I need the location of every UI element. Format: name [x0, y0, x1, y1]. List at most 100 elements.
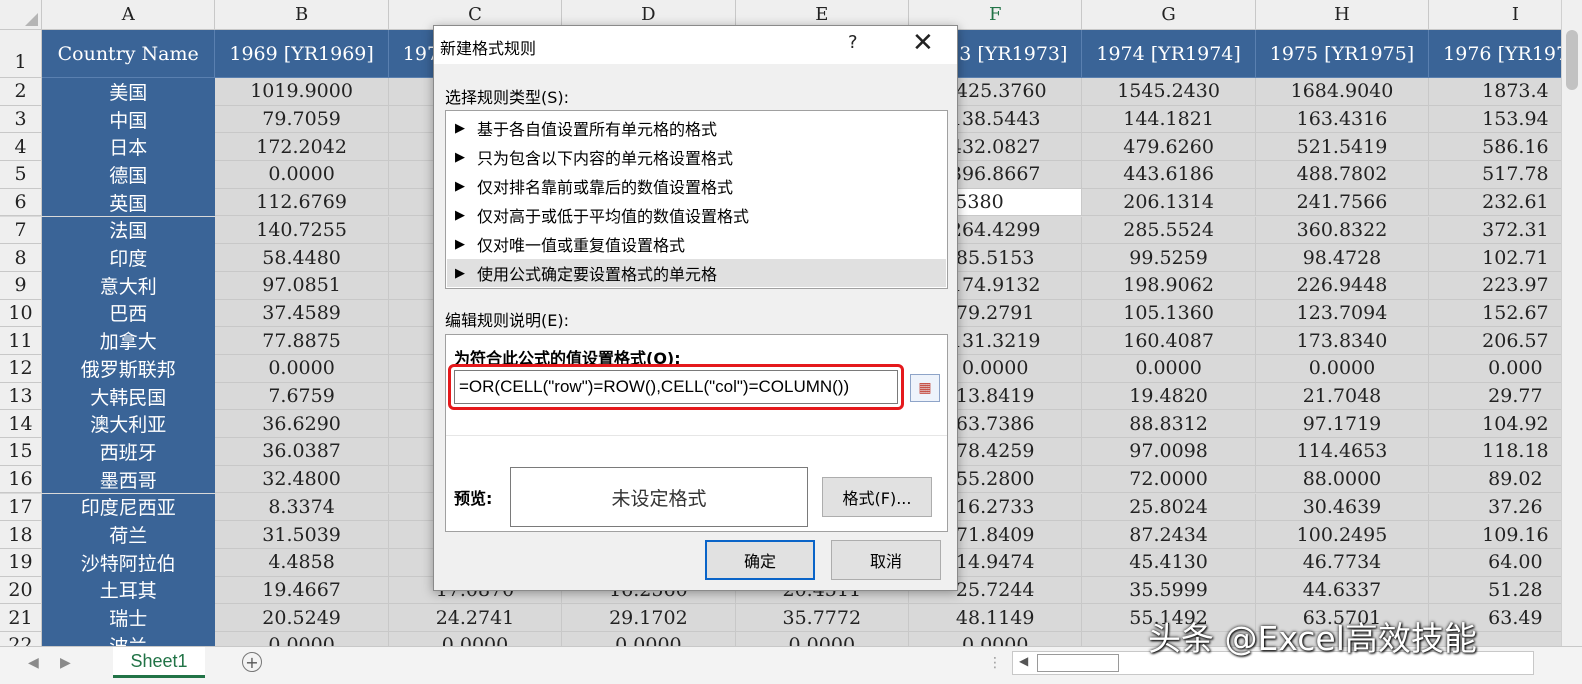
data-cell[interactable]: 45.4130 [1082, 548, 1256, 577]
data-cell[interactable]: 8.3374 [215, 493, 389, 522]
data-cell[interactable]: 112.6769 [215, 188, 389, 217]
format-button[interactable]: 格式(F)... [822, 477, 932, 517]
data-cell[interactable]: 35.5999 [1082, 576, 1256, 605]
data-cell[interactable]: 114.4653 [1255, 438, 1430, 466]
row-header[interactable]: 12 [0, 355, 42, 383]
data-cell[interactable]: 223.97 [1429, 271, 1582, 300]
country-name-cell[interactable]: 荷兰 [42, 521, 216, 549]
data-cell[interactable]: 35.7772 [735, 604, 909, 632]
data-cell[interactable]: 0.0000 [215, 632, 389, 646]
data-cell[interactable]: 0.000 [1429, 355, 1582, 383]
data-cell[interactable]: 109.16 [1429, 521, 1582, 549]
data-cell[interactable]: 19.4667 [215, 576, 389, 605]
column-header[interactable]: B [215, 0, 389, 30]
row-header[interactable]: 13 [0, 382, 42, 411]
table-header-cell[interactable]: 1969 [YR1969] [215, 30, 389, 78]
data-cell[interactable]: 88.0000 [1255, 465, 1430, 494]
country-name-cell[interactable]: 意大利 [42, 271, 216, 300]
data-cell[interactable]: 36.6290 [215, 410, 389, 439]
data-cell[interactable]: 0.0000 [388, 632, 563, 646]
row-header[interactable]: 4 [0, 133, 42, 162]
data-cell[interactable]: 30.4639 [1255, 493, 1430, 522]
data-cell[interactable]: 48.1149 [909, 604, 1083, 632]
country-name-cell[interactable]: 西班牙 [42, 438, 216, 466]
data-cell[interactable]: 586.16 [1429, 133, 1582, 162]
data-cell[interactable]: 123.7094 [1255, 299, 1430, 328]
select-all-triangle-icon[interactable] [25, 13, 38, 26]
data-cell[interactable]: 51.28 [1429, 576, 1582, 605]
country-name-cell[interactable]: 墨西哥 [42, 465, 216, 494]
data-cell[interactable]: 206.57 [1429, 327, 1582, 355]
data-cell[interactable]: 521.5419 [1255, 133, 1430, 162]
row-header[interactable]: 14 [0, 410, 42, 439]
country-name-cell[interactable]: 英国 [42, 188, 216, 217]
data-cell[interactable]: 226.9448 [1255, 271, 1430, 300]
data-cell[interactable]: 64.00 [1429, 548, 1582, 577]
cancel-button[interactable]: 取消 [831, 540, 941, 580]
data-cell[interactable]: 153.94 [1429, 105, 1582, 134]
data-cell[interactable]: 517.78 [1429, 161, 1582, 189]
country-name-cell[interactable]: 大韩民国 [42, 382, 216, 411]
data-cell[interactable]: 100.2495 [1255, 521, 1430, 549]
row-header[interactable]: 9 [0, 271, 42, 300]
data-cell[interactable]: 0.0000 [909, 632, 1083, 646]
data-cell[interactable]: 36.0387 [215, 438, 389, 466]
data-cell[interactable]: 1545.2430 [1082, 78, 1256, 106]
data-cell[interactable]: 97.0098 [1082, 438, 1256, 466]
add-sheet-icon[interactable]: + [242, 652, 262, 672]
row-header[interactable]: 15 [0, 438, 42, 466]
data-cell[interactable]: 37.4589 [215, 299, 389, 328]
country-name-cell[interactable]: 美国 [42, 78, 216, 106]
data-cell[interactable]: 99.5259 [1082, 244, 1256, 272]
country-name-cell[interactable]: 波兰 [42, 632, 216, 646]
country-name-cell[interactable]: 巴西 [42, 299, 216, 328]
data-cell[interactable]: 32.4800 [215, 465, 389, 494]
row-header[interactable]: 11 [0, 327, 42, 355]
rule-type-item[interactable]: ▶ 仅对高于或低于平均值的数值设置格式 [447, 201, 946, 229]
data-cell[interactable]: 173.8340 [1255, 327, 1430, 355]
data-cell[interactable]: 1684.9040 [1255, 78, 1430, 106]
row-header[interactable]: 19 [0, 548, 42, 577]
data-cell[interactable]: 140.7255 [215, 216, 389, 245]
country-name-cell[interactable]: 瑞士 [42, 604, 216, 632]
table-header-cell[interactable]: 1975 [YR1975] [1255, 30, 1430, 78]
data-cell[interactable]: 443.6186 [1082, 161, 1256, 189]
data-cell[interactable]: 0.0000 [1082, 355, 1256, 383]
data-cell[interactable]: 163.4316 [1255, 105, 1430, 134]
data-cell[interactable]: 1873.4 [1429, 78, 1582, 106]
data-cell[interactable]: 285.5524 [1082, 216, 1256, 245]
horizontal-scroll-thumb[interactable] [1037, 654, 1119, 672]
next-sheet-arrow-icon[interactable]: ▶ [60, 655, 71, 671]
collapse-dialog-icon[interactable]: ▦ [910, 374, 940, 402]
data-cell[interactable]: 241.7566 [1255, 188, 1430, 217]
data-cell[interactable]: 232.61 [1429, 188, 1582, 217]
select-all-corner[interactable] [0, 0, 42, 30]
data-cell[interactable]: 372.31 [1429, 216, 1582, 245]
data-cell[interactable]: 118.18 [1429, 438, 1582, 466]
country-name-cell[interactable]: 中国 [42, 105, 216, 134]
rule-type-item[interactable]: ▶ 只为包含以下内容的单元格设置格式 [447, 143, 946, 171]
data-cell[interactable]: 102.71 [1429, 244, 1582, 272]
data-cell[interactable]: 4.4858 [215, 548, 389, 577]
rule-type-item[interactable]: ▶ 基于各自值设置所有单元格的格式 [447, 114, 946, 142]
country-name-cell[interactable]: 印度 [42, 244, 216, 272]
row-header[interactable]: 8 [0, 244, 42, 272]
table-header-cell[interactable]: 1974 [YR1974] [1082, 30, 1256, 78]
vertical-scrollbar[interactable] [1561, 0, 1582, 646]
row-header[interactable]: 3 [0, 105, 42, 134]
row-header[interactable]: 22 [0, 632, 42, 646]
scroll-left-icon[interactable]: ◀ [1019, 654, 1028, 668]
data-cell[interactable]: 21.7048 [1255, 382, 1430, 411]
country-name-cell[interactable]: 俄罗斯联邦 [42, 355, 216, 383]
data-cell[interactable]: 488.7802 [1255, 161, 1430, 189]
data-cell[interactable]: 44.6337 [1255, 576, 1430, 605]
rule-type-list[interactable]: ▶ 基于各自值设置所有单元格的格式 ▶ 只为包含以下内容的单元格设置格式 ▶ 仅对排名靠前… [445, 110, 948, 289]
data-cell[interactable]: 0.0000 [215, 161, 389, 189]
data-cell[interactable]: 479.6260 [1082, 133, 1256, 162]
data-cell[interactable]: 1019.9000 [215, 78, 389, 106]
country-name-cell[interactable]: 日本 [42, 133, 216, 162]
row-header[interactable]: 7 [0, 216, 42, 245]
country-name-cell[interactable]: 土耳其 [42, 576, 216, 605]
row-header[interactable]: 16 [0, 465, 42, 494]
data-cell[interactable]: 72.0000 [1082, 465, 1256, 494]
